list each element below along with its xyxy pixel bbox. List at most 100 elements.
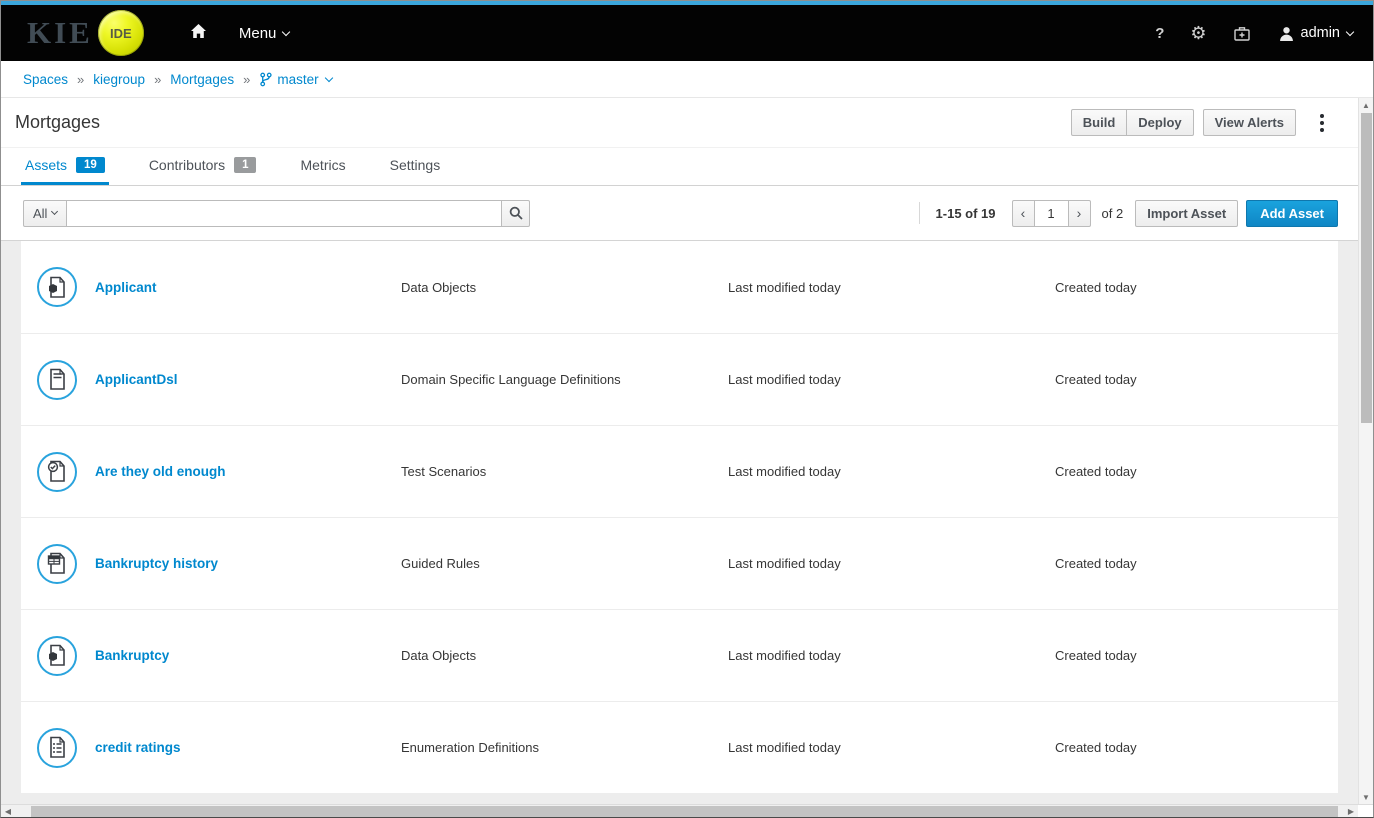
scrollbar-corner bbox=[1358, 805, 1373, 817]
breadcrumb-spaces[interactable]: Spaces bbox=[23, 72, 68, 87]
breadcrumb-separator: » bbox=[154, 72, 161, 87]
username-label: admin bbox=[1301, 25, 1341, 41]
asset-name-link[interactable]: Bankruptcy bbox=[95, 648, 169, 663]
search-button[interactable] bbox=[501, 200, 530, 227]
asset-name-link[interactable]: credit ratings bbox=[95, 740, 181, 755]
search-filter-dropdown[interactable]: All bbox=[23, 200, 67, 227]
asset-name-link[interactable]: Are they old enough bbox=[95, 464, 226, 479]
vertical-scroll-thumb[interactable] bbox=[1361, 113, 1372, 423]
toolbar-right: 1-15 of 19 ‹ › of 2 Import Asset Add Ass… bbox=[919, 200, 1338, 227]
asset-type: Guided Rules bbox=[401, 556, 728, 571]
current-page-input[interactable] bbox=[1035, 200, 1068, 227]
masthead: KIE IDE Menu ? ⚙ bbox=[1, 5, 1373, 61]
filter-label: All bbox=[33, 206, 47, 221]
breadcrumb-separator: » bbox=[77, 72, 84, 87]
asset-name-cell: Are they old enough bbox=[21, 452, 401, 492]
main-region: Mortgages Build Deploy View Alerts Asset… bbox=[1, 98, 1373, 804]
tab-contributors[interactable]: Contributors 1 bbox=[145, 148, 261, 185]
asset-name-cell: Bankruptcy bbox=[21, 636, 401, 676]
horizontal-scrollbar[interactable]: ◀ ▶ bbox=[1, 804, 1373, 817]
tab-contributors-label: Contributors bbox=[149, 157, 225, 173]
asset-name-cell: Bankruptcy history bbox=[21, 544, 401, 584]
git-branch-icon bbox=[259, 72, 272, 87]
tab-assets[interactable]: Assets 19 bbox=[21, 148, 109, 185]
asset-last-modified: Last modified today bbox=[728, 280, 1055, 295]
table-row: Applicant Data ObjectsLast modified today… bbox=[21, 241, 1338, 333]
enumeration-icon[interactable] bbox=[37, 728, 77, 768]
guided-rule-icon[interactable] bbox=[37, 544, 77, 584]
asset-type: Data Objects bbox=[401, 648, 728, 663]
deploy-button[interactable]: Deploy bbox=[1126, 109, 1193, 136]
assets-list: ApplicantData ObjectsLast modified today… bbox=[21, 241, 1338, 793]
build-button[interactable]: Build bbox=[1071, 109, 1128, 136]
tab-metrics-label: Metrics bbox=[300, 157, 345, 173]
view-alerts-button[interactable]: View Alerts bbox=[1203, 109, 1296, 136]
assets-count-badge: 19 bbox=[76, 157, 105, 173]
asset-name-cell: Applicant bbox=[21, 267, 401, 307]
data-object-icon[interactable] bbox=[37, 636, 77, 676]
breadcrumb-kiegroup[interactable]: kiegroup bbox=[93, 72, 145, 87]
horizontal-scroll-thumb[interactable] bbox=[31, 806, 1338, 817]
project-actions: Build Deploy View Alerts bbox=[1071, 108, 1344, 137]
asset-name-link[interactable]: Bankruptcy history bbox=[95, 556, 218, 571]
asset-last-modified: Last modified today bbox=[728, 740, 1055, 755]
chevron-down-icon bbox=[324, 73, 332, 81]
table-row: credit ratings Enumeration DefinitionsLas… bbox=[21, 701, 1338, 793]
chevron-down-icon bbox=[282, 27, 290, 35]
table-row: Are they old enoughTest ScenariosLast mo… bbox=[21, 425, 1338, 517]
next-page-button[interactable]: › bbox=[1068, 200, 1091, 227]
kebab-menu-icon[interactable] bbox=[1314, 108, 1330, 137]
branch-selector[interactable]: master bbox=[259, 72, 331, 87]
asset-created: Created today bbox=[1055, 648, 1338, 663]
user-icon bbox=[1279, 26, 1294, 41]
asset-type: Test Scenarios bbox=[401, 464, 728, 479]
ide-logo-badge: IDE bbox=[98, 10, 144, 56]
contributors-count-badge: 1 bbox=[234, 157, 256, 173]
help-button[interactable]: ? bbox=[1155, 25, 1164, 42]
home-button[interactable] bbox=[190, 23, 207, 44]
scroll-right-arrow[interactable]: ▶ bbox=[1344, 807, 1358, 816]
search-input[interactable] bbox=[66, 200, 502, 227]
asset-name-link[interactable]: ApplicantDsl bbox=[95, 372, 178, 387]
asset-created: Created today bbox=[1055, 280, 1338, 295]
chevron-down-icon bbox=[1346, 27, 1354, 35]
kie-logo-text: KIE bbox=[27, 15, 93, 51]
previous-page-button[interactable]: ‹ bbox=[1012, 200, 1035, 227]
toolbox-icon[interactable] bbox=[1233, 25, 1251, 42]
asset-name-cell: credit ratings bbox=[21, 728, 401, 768]
asset-name-link[interactable]: Applicant bbox=[95, 280, 157, 295]
table-row: Bankruptcy history Guided RulesLast modif… bbox=[21, 517, 1338, 609]
asset-name-cell: ApplicantDsl bbox=[21, 360, 401, 400]
asset-last-modified: Last modified today bbox=[728, 556, 1055, 571]
page-title: Mortgages bbox=[15, 112, 100, 133]
table-row: BankruptcyData ObjectsLast modified toda… bbox=[21, 609, 1338, 701]
scroll-left-arrow[interactable]: ◀ bbox=[1, 807, 15, 816]
vertical-scrollbar[interactable]: ▲ ▼ bbox=[1358, 98, 1373, 804]
data-object-icon[interactable] bbox=[37, 267, 77, 307]
menu-dropdown[interactable]: Menu bbox=[239, 25, 290, 42]
user-menu[interactable]: admin bbox=[1279, 25, 1354, 41]
breadcrumb-separator: » bbox=[243, 72, 250, 87]
test-scenario-icon[interactable] bbox=[37, 452, 77, 492]
scroll-down-arrow[interactable]: ▼ bbox=[1362, 790, 1370, 804]
asset-created: Created today bbox=[1055, 464, 1338, 479]
asset-type: Data Objects bbox=[401, 280, 728, 295]
search-group: All bbox=[23, 200, 530, 227]
tab-settings[interactable]: Settings bbox=[386, 148, 445, 185]
asset-type: Enumeration Definitions bbox=[401, 740, 728, 755]
add-asset-button[interactable]: Add Asset bbox=[1246, 200, 1338, 227]
content-column: Mortgages Build Deploy View Alerts Asset… bbox=[1, 98, 1358, 804]
total-pages-label: of 2 bbox=[1102, 206, 1124, 221]
home-icon bbox=[190, 23, 207, 44]
import-asset-button[interactable]: Import Asset bbox=[1135, 200, 1238, 227]
asset-created: Created today bbox=[1055, 556, 1338, 571]
tab-metrics[interactable]: Metrics bbox=[296, 148, 349, 185]
masthead-utilities: ? ⚙ admin bbox=[1129, 24, 1353, 42]
scroll-up-arrow[interactable]: ▲ bbox=[1362, 98, 1370, 112]
breadcrumb-mortgages[interactable]: Mortgages bbox=[170, 72, 234, 87]
kie-ide-logo[interactable]: KIE IDE bbox=[27, 10, 144, 56]
dsl-icon[interactable] bbox=[37, 360, 77, 400]
build-deploy-group: Build Deploy bbox=[1071, 109, 1194, 136]
settings-gear-icon[interactable]: ⚙ bbox=[1190, 24, 1206, 42]
tab-settings-label: Settings bbox=[390, 157, 441, 173]
